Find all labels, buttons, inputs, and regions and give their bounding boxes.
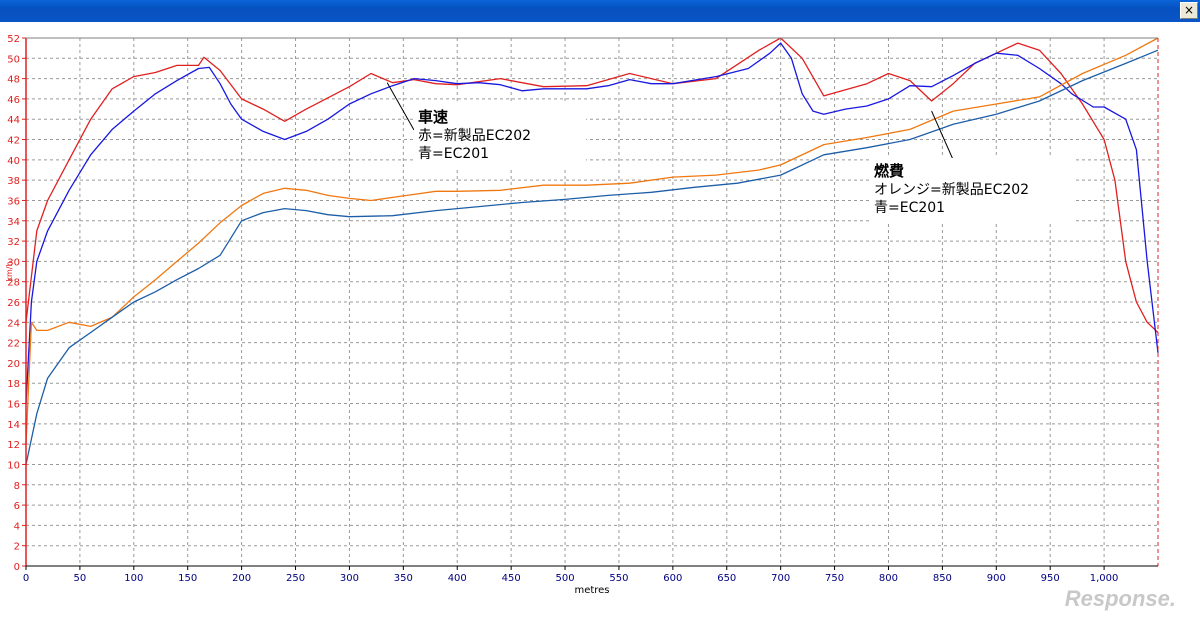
y-tick-label: 42 bbox=[7, 136, 20, 147]
y-tick-label: 12 bbox=[7, 440, 20, 451]
y-tick-label: 38 bbox=[7, 176, 20, 187]
y-tick-label: 24 bbox=[7, 318, 20, 329]
response-watermark: Response. bbox=[1064, 586, 1176, 611]
y-tick-label: 36 bbox=[7, 196, 20, 207]
y-tick-label: 32 bbox=[7, 237, 20, 248]
y-tick-label: 18 bbox=[7, 379, 20, 390]
x-tick-label: 150 bbox=[178, 573, 197, 584]
grid bbox=[26, 38, 1158, 566]
y-tick-label: 46 bbox=[7, 95, 20, 106]
line-chart: 0246810121416182022242628303234363840424… bbox=[5, 34, 1159, 596]
x-tick-label: 950 bbox=[1041, 573, 1060, 584]
y-tick-label: 50 bbox=[7, 54, 20, 65]
x-tick-label: 900 bbox=[987, 573, 1006, 584]
y-tick-label: 44 bbox=[7, 115, 20, 126]
y-tick-label: 14 bbox=[7, 420, 20, 431]
x-tick-label: 250 bbox=[286, 573, 305, 584]
callout-line: 赤=新製品EC202 bbox=[418, 128, 531, 144]
x-tick-label: 800 bbox=[879, 573, 898, 584]
x-tick-label: 700 bbox=[771, 573, 790, 584]
x-tick-label: 550 bbox=[609, 573, 628, 584]
y-tick-label: 52 bbox=[7, 34, 20, 45]
window-titlebar: × bbox=[0, 0, 1200, 22]
x-tick-label: 100 bbox=[124, 573, 143, 584]
x-tick-label: 300 bbox=[340, 573, 359, 584]
callout-line: 青=EC201 bbox=[418, 146, 489, 162]
y-tick-label: 4 bbox=[14, 521, 20, 532]
x-tick-label: 850 bbox=[933, 573, 952, 584]
y-axis-label: km/h bbox=[5, 261, 14, 281]
callout-line: オレンジ=新製品EC202 bbox=[874, 182, 1029, 198]
x-tick-label: 600 bbox=[663, 573, 682, 584]
callout-line: 青=EC201 bbox=[874, 200, 945, 216]
y-tick-label: 6 bbox=[14, 501, 20, 512]
x-tick-label: 400 bbox=[448, 573, 467, 584]
y-tick-label: 8 bbox=[14, 481, 20, 492]
x-tick-label: 1,000 bbox=[1090, 573, 1119, 584]
chart-window: 0 2 4 6 8 10 12 14 16 18 20 22 24 26 28 30 32 34 36 38 40 42 4… bbox=[0, 22, 1200, 618]
y-tick-label: 16 bbox=[7, 400, 20, 411]
x-tick-label: 200 bbox=[232, 573, 251, 584]
x-tick-label: 650 bbox=[717, 573, 736, 584]
callout-title: 車速 bbox=[418, 108, 448, 126]
y-tick-label: 22 bbox=[7, 339, 20, 350]
x-tick-label: 450 bbox=[502, 573, 521, 584]
callout-title: 燃費 bbox=[874, 162, 904, 180]
y-tick-label: 0 bbox=[14, 562, 20, 573]
x-tick-label: 50 bbox=[74, 573, 87, 584]
y-tick-label: 40 bbox=[7, 156, 20, 167]
x-tick-label: 350 bbox=[394, 573, 413, 584]
y-tick-label: 48 bbox=[7, 75, 20, 86]
y-tick-label: 34 bbox=[7, 217, 20, 228]
x-tick-label: 0 bbox=[23, 573, 29, 584]
x-tick-label: 750 bbox=[825, 573, 844, 584]
y-tick-label: 20 bbox=[7, 359, 20, 370]
x-tick-label: 500 bbox=[556, 573, 575, 584]
y-tick-label: 26 bbox=[7, 298, 20, 309]
close-button[interactable]: × bbox=[1180, 2, 1198, 19]
y-tick-label: 2 bbox=[14, 542, 20, 553]
y-tick-label: 10 bbox=[7, 460, 20, 471]
x-axis-label: metres bbox=[574, 585, 609, 596]
